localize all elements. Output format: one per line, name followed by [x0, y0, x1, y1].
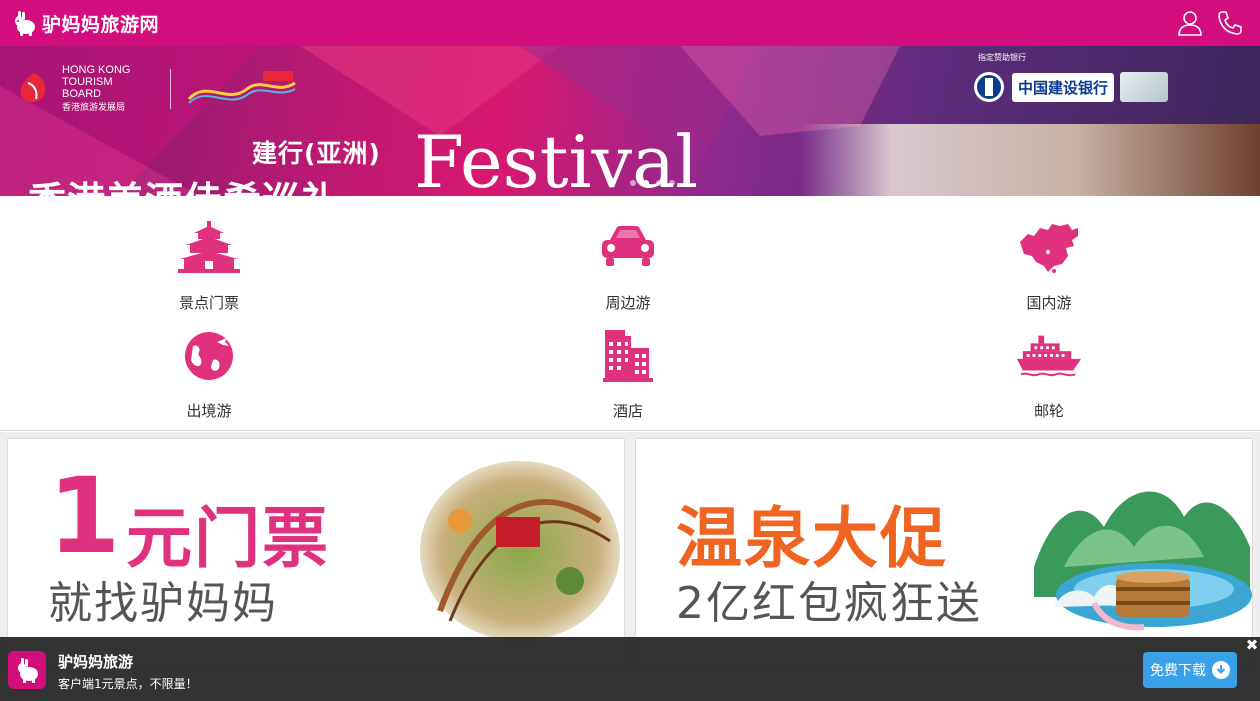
download-arrow-icon [1212, 661, 1230, 679]
carousel-dot[interactable] [669, 180, 675, 186]
category-outbound[interactable]: 出境游 [149, 324, 269, 424]
top-header: 驴妈妈旅游网 [0, 0, 1260, 46]
donkey-logo-icon [18, 658, 38, 683]
carousel-dot-active[interactable] [643, 180, 649, 186]
bank-caption: 指定赞助银行 [978, 53, 1026, 62]
category-domestic[interactable]: 国内游 [989, 216, 1109, 316]
category-label: 景点门票 [178, 294, 239, 312]
bank-name: 中国建设银行 [1012, 72, 1115, 102]
promo-number: 1 [48, 455, 121, 577]
promo-banner[interactable]: HONG KONG TOURISM BOARD 香港旅游发展局 指定赞助银行 中… [0, 46, 1260, 196]
download-label: 免费下载 [1150, 663, 1206, 679]
bank-logo: 中国建设银行 [972, 64, 1244, 110]
category-label: 酒店 [612, 402, 643, 420]
promo-subtitle: 2亿红包疯狂送 [676, 578, 982, 629]
category-tickets[interactable]: 景点门票 [149, 216, 269, 316]
credit-card-image [1120, 72, 1169, 102]
category-cruise[interactable]: 邮轮 [989, 324, 1109, 424]
app-icon [8, 651, 46, 689]
site-logo[interactable]: 驴妈妈旅游网 [10, 9, 159, 37]
logo-divider [170, 68, 171, 109]
hotel-icon [596, 324, 660, 388]
category-hotel[interactable]: 酒店 [568, 324, 688, 424]
promo-subtitle: 就找驴妈妈 [48, 578, 278, 629]
donkey-logo-icon [15, 11, 35, 36]
car-icon [596, 216, 660, 280]
hk-tourism-logo: HONG KONG TOURISM BOARD 香港旅游发展局 [14, 64, 297, 113]
app-description: 客户端1元景点，不限量！ [58, 677, 198, 691]
category-grid: 景点门票 周边游 国内游 出境游 酒店 邮轮 [0, 196, 1260, 431]
globe-icon [177, 324, 241, 388]
phone-icon [1218, 11, 1242, 35]
user-icon [1178, 11, 1202, 36]
theme-park-image [420, 461, 620, 641]
category-nearby[interactable]: 周边游 [568, 216, 688, 316]
hk-flower-icon [20, 72, 46, 102]
promo-card-tickets[interactable]: 1 元门票 就找驴妈妈 [7, 438, 625, 668]
hk-logo-text: HONG KONG TOURISM BOARD [62, 64, 131, 100]
cruise-ship-icon [1017, 324, 1081, 388]
app-download-bar: 驴妈妈旅游 客户端1元景点，不限量！ 免费下载 ✖ [0, 636, 1260, 701]
app-name: 驴妈妈旅游 [58, 653, 134, 671]
banner-subtitle: 建行(亚洲) [252, 139, 381, 168]
hk-logo-sub: 香港旅游发展局 [62, 103, 126, 113]
carousel-dots [630, 180, 675, 186]
ccb-logo-icon [974, 72, 1004, 102]
phone-button[interactable] [1216, 8, 1244, 38]
download-button[interactable]: 免费下载 [1143, 652, 1237, 688]
festival-ribbon-icon [187, 70, 296, 104]
category-label: 邮轮 [1033, 402, 1064, 420]
user-button[interactable] [1176, 8, 1204, 38]
china-map-icon [1017, 216, 1081, 280]
category-label: 国内游 [1026, 294, 1072, 312]
temple-icon [177, 216, 241, 280]
carousel-dot[interactable] [656, 180, 662, 186]
category-label: 出境游 [186, 402, 232, 420]
site-title: 驴妈妈旅游网 [42, 13, 160, 36]
banner-headline: 香港美酒佳肴巡礼 [28, 170, 340, 196]
carousel-dot[interactable] [630, 180, 636, 186]
hot-spring-image [1034, 491, 1252, 631]
category-label: 周边游 [605, 294, 651, 312]
promo-card-hotspring[interactable]: 温泉大促 2亿红包疯狂送 [635, 438, 1253, 668]
banner-photo [800, 124, 1260, 196]
close-icon[interactable]: ✖ [1244, 636, 1260, 654]
